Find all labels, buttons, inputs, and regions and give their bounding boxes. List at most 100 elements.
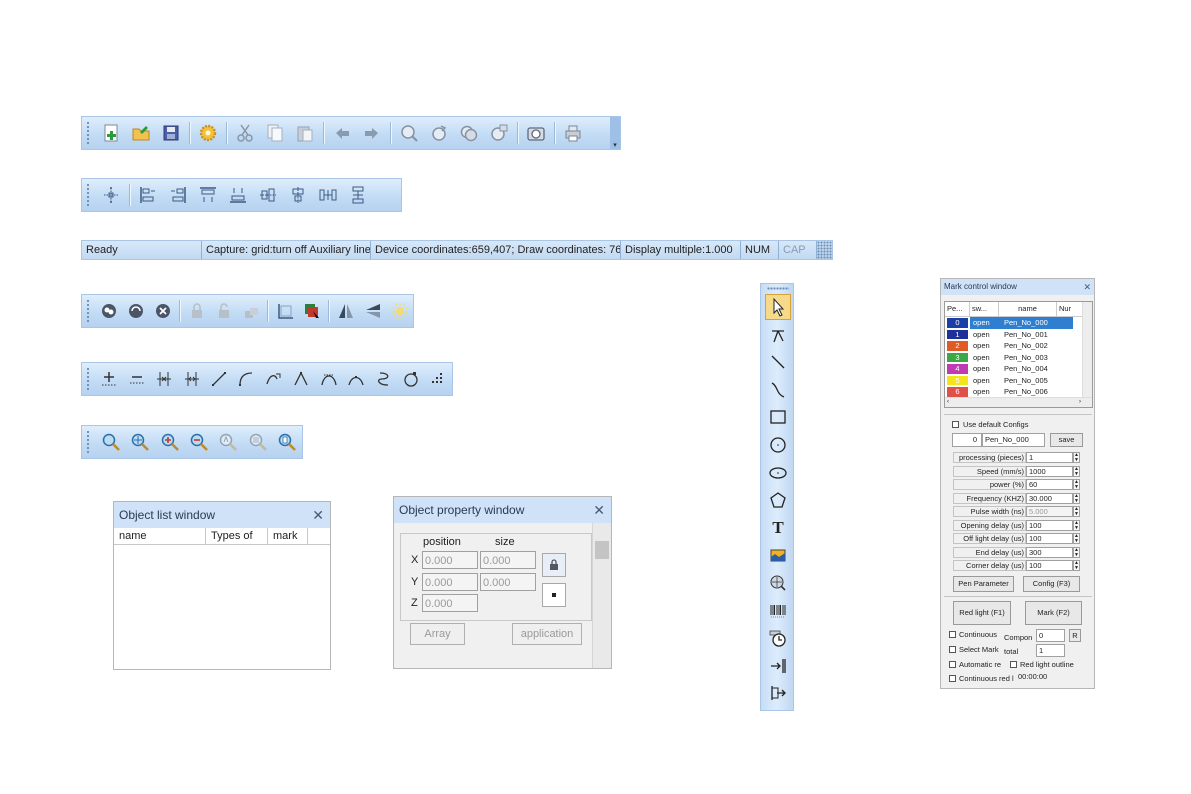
new-file-button[interactable] [98,120,124,146]
y-position-field[interactable]: 0.000 [422,573,478,591]
reverse-path-button[interactable] [372,366,395,392]
center-align-button[interactable] [98,182,124,208]
param-value-field[interactable]: 1000 [1026,465,1073,477]
open-file-button[interactable] [128,120,154,146]
spin-updown-icon[interactable]: ▲ ▼ [1073,533,1080,544]
pen-parameter-button[interactable]: Pen Parameter [953,576,1014,592]
unlock-button[interactable] [212,298,235,324]
align-right-button[interactable] [165,182,191,208]
split-node-button[interactable] [180,366,203,392]
line-segment-button[interactable] [207,366,230,392]
array-button[interactable]: Array [410,623,465,645]
zoom-grid-button[interactable] [396,120,422,146]
distribute-v-button[interactable] [345,182,371,208]
red-outline-checkbox[interactable] [1010,661,1017,668]
col-name[interactable]: name [999,302,1057,316]
resize-grip-icon[interactable] [817,241,832,259]
lock-button[interactable] [185,298,208,324]
spin-updown-icon[interactable]: ▲ ▼ [1073,546,1080,558]
pen-table-hscroll[interactable]: ‹ › [945,397,1092,407]
align-bottom-button[interactable] [225,182,251,208]
scroll-thumb[interactable] [595,541,609,559]
param-value-field[interactable]: 1 [1026,452,1073,463]
spin-updown-icon[interactable]: ▲ ▼ [1073,452,1080,463]
save-file-button[interactable] [158,120,184,146]
continuous-red-checkbox[interactable] [949,675,956,682]
corner-button[interactable] [273,298,296,324]
camera-button[interactable] [523,120,549,146]
total-field[interactable]: 1 [1036,644,1065,657]
distribute-h-button[interactable] [315,182,341,208]
spin-updown-icon[interactable]: ▲ ▼ [1073,492,1080,504]
spin-updown-icon[interactable]: ▲ ▼ [1073,560,1080,571]
spin-updown-icon[interactable]: ▲ ▼ [1073,506,1080,517]
col-switch[interactable]: sw... [970,302,999,316]
application-button[interactable]: application [512,623,582,645]
delete-node-button[interactable] [152,298,175,324]
circle-tool[interactable] [765,432,791,458]
continuous-checkbox[interactable] [949,631,956,638]
toolbar-overflow-dropdown[interactable]: ▾ [610,117,620,149]
mark-button[interactable]: Mark (F2) [1025,601,1082,625]
param-value-field[interactable]: 100 [1026,519,1073,531]
close-icon[interactable]: ✕ [593,497,605,523]
zoom-page-button[interactable] [275,429,300,455]
pen-row[interactable]: 6 open Pen_No_006 [945,386,1092,398]
pen-name-field[interactable]: Pen_No_000 [982,433,1045,447]
zoom-out-button[interactable] [186,429,211,455]
x-size-field[interactable]: 0.000 [480,551,536,569]
pen-index-field[interactable]: 0 [952,433,982,447]
delay-timer-tool[interactable] [765,625,791,651]
print-button[interactable] [560,120,586,146]
bitmap-tool[interactable] [765,542,791,568]
sun-button[interactable] [388,298,411,324]
param-value-field[interactable]: 100 [1026,560,1073,571]
col-mark[interactable]: mark [268,528,308,544]
line-draw-tool[interactable] [765,349,791,375]
pen-row[interactable]: 0 open Pen_No_000 [945,317,1092,329]
align-vcenter-button[interactable] [255,182,281,208]
lock-ratio-button[interactable] [542,553,566,577]
curve-draw-tool[interactable] [765,377,791,403]
redo-button[interactable] [359,120,385,146]
output-port-tool[interactable] [765,680,791,706]
combine-node-button[interactable] [98,298,121,324]
select-mark-checkbox[interactable] [949,646,956,653]
ellipse-tool[interactable] [765,460,791,486]
join-node-button[interactable] [152,366,175,392]
combine-button[interactable] [456,120,482,146]
zoom-select-button[interactable] [245,429,270,455]
settings-gear-button[interactable] [195,120,221,146]
symmetric-node-button[interactable] [344,366,367,392]
spin-updown-icon[interactable]: ▲ ▼ [1073,519,1080,531]
smooth-node-button[interactable] [317,366,340,392]
mirror-v-button[interactable] [334,298,357,324]
align-left-button[interactable] [135,182,161,208]
toolbar-grip[interactable] [86,299,90,323]
sharp-node-button[interactable] [290,366,313,392]
pen-row[interactable]: 3 open Pen_No_003 [945,352,1092,364]
param-value-field[interactable]: 300 [1026,546,1073,558]
pen-row[interactable]: 4 open Pen_No_004 [945,363,1092,375]
col-pen[interactable]: Pe... [945,302,970,316]
zoom-button[interactable] [98,429,123,455]
color-fill-button[interactable] [300,298,323,324]
zoom-all-button[interactable] [216,429,241,455]
col-types[interactable]: Types of [206,528,268,544]
red-light-button[interactable]: Red light (F1) [953,601,1011,625]
rotate-button[interactable] [426,120,452,146]
y-size-field[interactable]: 0.000 [480,573,536,591]
reset-button[interactable]: R [1069,629,1081,642]
config-button[interactable]: Config (F3) [1023,576,1080,592]
toolbar-grip[interactable] [86,367,90,391]
param-value-field[interactable]: 5.000 [1026,506,1073,517]
close-icon[interactable]: ✕ [312,502,324,528]
pen-row[interactable]: 5 open Pen_No_005 [945,375,1092,387]
col-num[interactable]: Nur [1057,302,1073,316]
node-edit-tool[interactable] [765,322,791,348]
toolbar-grip[interactable] [86,430,90,454]
col-name[interactable]: name [114,528,206,544]
zoom-pan-button[interactable] [127,429,152,455]
select-pointer-tool[interactable] [765,294,791,320]
pen-row[interactable]: 1 open Pen_No_001 [945,329,1092,341]
